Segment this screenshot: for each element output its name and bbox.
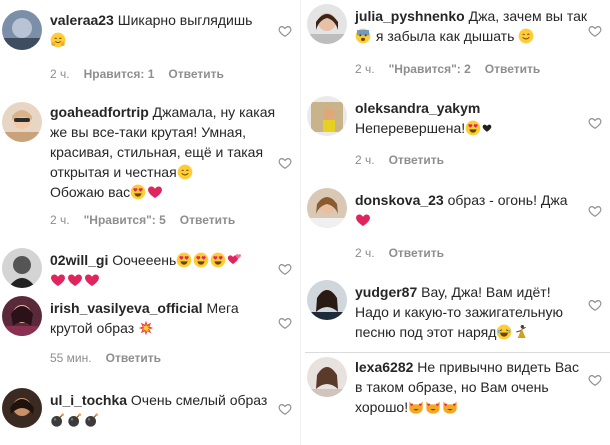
comments-column-left: valeraa23 Шикарно выглядишь 2 ч. Нравится… <box>0 0 300 445</box>
comment-text-line2: я забыла как дышать <box>375 28 515 44</box>
red-heart-emoji-icon <box>50 272 66 288</box>
comment-username[interactable]: yudger87 <box>355 284 417 300</box>
comment-meta: 2 ч. "Нравится": 2 Ответить <box>355 62 540 76</box>
black-heart-emoji-icon <box>482 123 492 133</box>
like-heart-icon[interactable] <box>278 262 292 276</box>
reply-button[interactable]: Ответить <box>389 153 444 167</box>
comment-likes[interactable]: "Нравится": 5 <box>84 213 166 227</box>
like-heart-icon[interactable] <box>278 24 292 38</box>
comment-item: 02will_gi Оочееень <box>0 246 300 288</box>
heart-eyes-cat-emoji-icon <box>408 399 424 415</box>
dancer-emoji-icon <box>513 324 529 340</box>
comment-likes[interactable]: Нравится: 1 <box>84 67 155 81</box>
red-heart-emoji-icon <box>84 272 100 288</box>
red-heart-emoji-icon <box>147 184 163 200</box>
avatar[interactable] <box>307 4 347 44</box>
reply-button[interactable]: Ответить <box>106 351 161 365</box>
comment-username[interactable]: valeraa23 <box>50 12 114 28</box>
column-divider <box>300 0 301 445</box>
comment-time: 2 ч. <box>355 62 375 76</box>
comment-text: Оочееень <box>112 252 177 268</box>
like-heart-icon[interactable] <box>588 24 602 38</box>
bomb-emoji-icon <box>84 412 100 428</box>
like-heart-icon[interactable] <box>588 116 602 130</box>
comment-item: valeraa23 Шикарно выглядишь 2 ч. Нравится… <box>0 0 300 90</box>
comment-text: Очень смелый образ <box>130 392 268 408</box>
like-heart-icon[interactable] <box>588 204 602 218</box>
laughing-face-emoji-icon <box>496 324 512 340</box>
red-heart-emoji-icon <box>67 272 83 288</box>
heart-eyes-emoji-icon <box>130 184 146 200</box>
comment-time: 2 ч. <box>50 67 70 81</box>
bomb-emoji-icon <box>67 412 83 428</box>
avatar[interactable] <box>307 188 347 228</box>
smile-emoji-icon <box>177 164 193 180</box>
comment-likes[interactable]: "Нравится": 2 <box>389 62 471 76</box>
like-heart-icon[interactable] <box>278 316 292 330</box>
avatar[interactable] <box>307 96 347 136</box>
avatar[interactable] <box>2 296 42 336</box>
avatar[interactable] <box>2 248 42 288</box>
comment-item: ul_i_tochka Очень смелый образ <box>0 384 300 445</box>
like-heart-icon[interactable] <box>588 373 602 387</box>
comment-item: yudger87 Вау, Джа! Вам идёт! Надо и каку… <box>305 276 610 346</box>
like-heart-icon[interactable] <box>278 402 292 416</box>
comment-item: lexa6282 Не привычно видеть Вас в таком … <box>305 352 610 445</box>
comment-username[interactable]: 02will_gi <box>50 252 108 268</box>
avatar[interactable] <box>2 10 42 50</box>
comment-meta: 2 ч. "Нравится": 5 Ответить <box>50 213 235 227</box>
reply-button[interactable]: Ответить <box>180 213 235 227</box>
avatar[interactable] <box>307 357 347 397</box>
comment-username[interactable]: lexa6282 <box>355 359 413 375</box>
comment-text: Шикарно выглядишь <box>117 12 253 28</box>
comment-item: julia_pyshnenko Джа, зачем вы так я забы… <box>305 0 610 84</box>
comment-meta: 2 ч. Нравится: 1 Ответить <box>50 67 224 81</box>
avatar[interactable] <box>307 280 347 320</box>
comment-item: oleksandra_yakym Неперевершена! 2 ч. Отве… <box>305 92 610 172</box>
heart-eyes-emoji-icon <box>210 252 226 268</box>
bomb-emoji-icon <box>50 412 66 428</box>
reply-button[interactable]: Ответить <box>168 67 223 81</box>
comment-item: irish_vasilyeva_official Мега крутой обр… <box>0 294 300 374</box>
collision-emoji-icon <box>138 320 154 336</box>
reply-button[interactable]: Ответить <box>485 62 540 76</box>
comment-username[interactable]: irish_vasilyeva_official <box>50 300 203 316</box>
comment-username[interactable]: ul_i_tochka <box>50 392 127 408</box>
comment-item: donskova_23 образ - огонь! Джа 2 ч. Ответ… <box>305 184 610 264</box>
comment-meta: 2 ч. Ответить <box>355 246 444 260</box>
comment-text: образ - огонь! Джа <box>447 192 568 208</box>
avatar[interactable] <box>2 388 42 428</box>
smile-emoji-icon <box>518 28 534 44</box>
comment-username[interactable]: oleksandra_yakym <box>355 100 480 116</box>
comment-meta: 55 мин. Ответить <box>50 351 161 365</box>
comment-time: 2 ч. <box>355 246 375 260</box>
comment-text-line2: Обожаю вас <box>50 184 131 200</box>
comments-column-right: julia_pyshnenko Джа, зачем вы так я забы… <box>305 0 610 445</box>
avatar[interactable] <box>2 102 42 142</box>
comment-text: Джа, зачем вы так <box>468 8 588 24</box>
heart-eyes-emoji-icon <box>176 252 192 268</box>
comment-username[interactable]: goaheadfortrip <box>50 104 149 120</box>
reply-button[interactable]: Ответить <box>389 246 444 260</box>
comment-username[interactable]: julia_pyshnenko <box>355 8 465 24</box>
heart-eyes-emoji-icon <box>465 120 481 136</box>
hugging-face-emoji-icon <box>50 32 66 48</box>
comment-username[interactable]: donskova_23 <box>355 192 444 208</box>
comment-time: 2 ч. <box>50 213 70 227</box>
comment-item: goaheadfortrip Джамала, ну какая же вы в… <box>0 98 300 238</box>
comment-meta: 2 ч. Ответить <box>355 153 444 167</box>
fearful-face-emoji-icon <box>355 28 371 44</box>
comment-time: 55 мин. <box>50 351 92 365</box>
two-hearts-emoji-icon <box>227 252 243 268</box>
like-heart-icon[interactable] <box>588 298 602 312</box>
heart-eyes-emoji-icon <box>193 252 209 268</box>
comment-text: Неперевершена! <box>355 120 466 136</box>
like-heart-icon[interactable] <box>278 156 292 170</box>
comment-time: 2 ч. <box>355 153 375 167</box>
red-heart-emoji-icon <box>355 212 371 228</box>
heart-eyes-cat-emoji-icon <box>425 399 441 415</box>
heart-eyes-cat-emoji-icon <box>442 399 458 415</box>
